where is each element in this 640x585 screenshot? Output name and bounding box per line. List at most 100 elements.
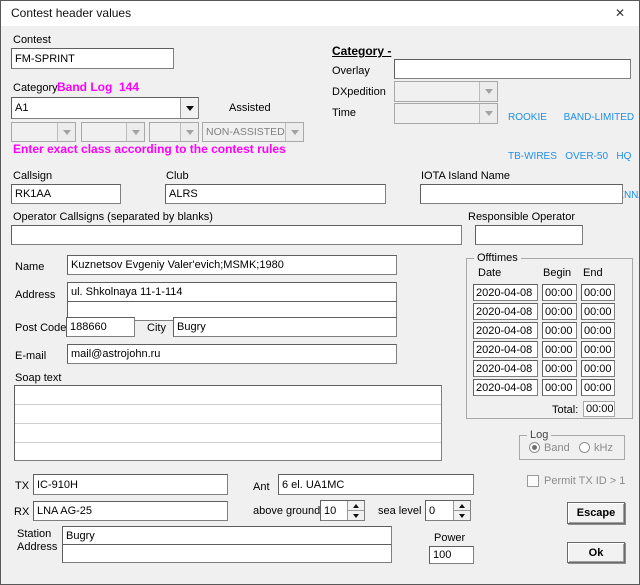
- post-code-input[interactable]: 188660: [66, 317, 135, 337]
- soap-text-line[interactable]: [15, 386, 441, 405]
- offtimes-total-value: 00:00: [583, 401, 615, 417]
- operators-input[interactable]: [11, 225, 462, 245]
- offtime-date-input[interactable]: 2020-04-08: [473, 341, 538, 358]
- station-address-label: Station Address: [17, 528, 57, 554]
- email-label: E-mail: [15, 350, 46, 363]
- time-value: [395, 104, 479, 123]
- offtime-date-input[interactable]: 2020-04-08: [473, 379, 538, 396]
- assisted-select: NON-ASSISTED: [202, 122, 304, 142]
- callsign-label: Callsign: [13, 170, 52, 183]
- category-sub1-select: [11, 122, 76, 142]
- chevron-down-icon: [186, 106, 194, 111]
- time-select: [394, 103, 498, 124]
- category-sub3-value: [150, 123, 180, 141]
- sea-level-stepper[interactable]: 0: [425, 500, 471, 521]
- overlay-input[interactable]: [394, 59, 631, 79]
- offtime-date-input[interactable]: 2020-04-08: [473, 360, 538, 377]
- category-sub2-value: [82, 123, 126, 141]
- rx-label: RX: [14, 506, 29, 519]
- offtime-end-input[interactable]: 00:00: [581, 303, 615, 320]
- soap-text-line[interactable]: [15, 443, 441, 461]
- category-class-select[interactable]: A1: [11, 97, 199, 119]
- club-label: Club: [166, 170, 189, 183]
- chevron-down-icon: [186, 130, 194, 135]
- category-class-dropdown-button[interactable]: [180, 98, 198, 118]
- ant-label: Ant: [253, 481, 270, 494]
- club-input[interactable]: ALRS: [165, 184, 386, 204]
- offtime-end-input[interactable]: 00:00: [581, 379, 615, 396]
- time-dropdown-button: [479, 104, 497, 123]
- offtime-begin-input[interactable]: 00:00: [542, 284, 577, 301]
- category-sub1-dropdown-button: [57, 123, 75, 141]
- permit-txid-checkbox: [527, 475, 539, 487]
- offtimes-group-title: Offtimes: [474, 252, 521, 265]
- offtime-begin-input[interactable]: 00:00: [542, 322, 577, 339]
- responsible-operator-input[interactable]: [475, 225, 583, 245]
- ok-button[interactable]: Ok: [567, 542, 625, 563]
- offtime-end-input[interactable]: 00:00: [581, 360, 615, 377]
- power-input[interactable]: 100: [429, 546, 474, 564]
- offtime-date-input[interactable]: 2020-04-08: [473, 303, 538, 320]
- station-address-line2-input[interactable]: [62, 544, 392, 563]
- offtime-end-input[interactable]: 00:00: [581, 284, 615, 301]
- close-icon[interactable]: ✕: [605, 3, 635, 24]
- tx-label: TX: [15, 480, 29, 493]
- ant-input[interactable]: 6 el. UA1MC: [278, 474, 474, 495]
- iota-input[interactable]: [420, 184, 623, 204]
- address-line1-input[interactable]: ul. Shkolnaya 11-1-114: [67, 282, 397, 302]
- category-label: Category: [13, 82, 58, 95]
- spinner-up-button[interactable]: [348, 501, 364, 511]
- contest-label: Contest: [13, 34, 51, 47]
- power-label: Power: [434, 532, 465, 545]
- soap-text-area[interactable]: [14, 385, 442, 461]
- category-class-value: A1: [12, 98, 180, 118]
- category-sub3-dropdown-button: [180, 123, 198, 141]
- name-input[interactable]: Kuznetsov Evgeniy Valer'evich;MSMK;1980: [67, 255, 397, 275]
- chevron-down-icon: [485, 111, 493, 116]
- offtime-begin-input[interactable]: 00:00: [542, 379, 577, 396]
- contest-input[interactable]: FM-SPRINT: [11, 48, 174, 69]
- city-label: City: [147, 322, 166, 335]
- chevron-up-icon: [459, 504, 465, 508]
- dxpedition-select: [394, 81, 498, 102]
- escape-button[interactable]: Escape: [567, 502, 625, 524]
- dxpedition-label: DXpedition: [332, 86, 386, 99]
- above-ground-stepper[interactable]: 10: [320, 500, 365, 521]
- email-input[interactable]: mail@astrojohn.ru: [67, 344, 397, 364]
- offtime-date-input[interactable]: 2020-04-08: [473, 284, 538, 301]
- offtimes-date-header: Date: [478, 267, 501, 280]
- station-address-line1-input[interactable]: Bugry: [62, 526, 392, 545]
- offtime-date-input[interactable]: 2020-04-08: [473, 322, 538, 339]
- class-hint-label: Enter exact class according to the conte…: [13, 143, 286, 156]
- iota-label: IOTA Island Name: [421, 170, 510, 183]
- tx-input[interactable]: IC-910H: [33, 474, 228, 495]
- contest-header-dialog: Contest header values ✕ Contest FM-SPRIN…: [0, 0, 640, 585]
- category-sub2-select: [81, 122, 145, 142]
- name-label: Name: [15, 261, 44, 274]
- chevron-down-icon: [353, 514, 359, 518]
- band-log-label: Band Log 144: [57, 81, 139, 94]
- spinner-down-button[interactable]: [348, 511, 364, 520]
- rx-input[interactable]: LNA AG-25: [33, 501, 228, 521]
- chevron-down-icon: [63, 130, 71, 135]
- offtime-begin-input[interactable]: 00:00: [542, 360, 577, 377]
- offtime-begin-input[interactable]: 00:00: [542, 341, 577, 358]
- soap-text-line[interactable]: [15, 424, 441, 443]
- spinner-down-button[interactable]: [454, 511, 470, 520]
- sea-level-label: sea level: [378, 505, 421, 518]
- address-label: Address: [15, 289, 55, 302]
- spinner-up-button[interactable]: [454, 501, 470, 511]
- offtime-end-input[interactable]: 00:00: [581, 341, 615, 358]
- city-input[interactable]: Bugry: [173, 317, 397, 337]
- offtime-begin-input[interactable]: 00:00: [542, 303, 577, 320]
- sea-level-value: 0: [426, 501, 453, 520]
- log-group: Log Band kHz: [519, 435, 625, 460]
- permit-txid-label: Permit TX ID > 1: [544, 475, 625, 488]
- offtimes-begin-header: Begin: [543, 267, 571, 280]
- log-band-label: Band: [544, 442, 570, 455]
- responsible-operator-label: Responsible Operator: [468, 211, 575, 224]
- offtime-end-input[interactable]: 00:00: [581, 322, 615, 339]
- post-code-label: Post Code: [15, 322, 66, 335]
- callsign-input[interactable]: RK1AA: [11, 184, 121, 204]
- soap-text-line[interactable]: [15, 405, 441, 424]
